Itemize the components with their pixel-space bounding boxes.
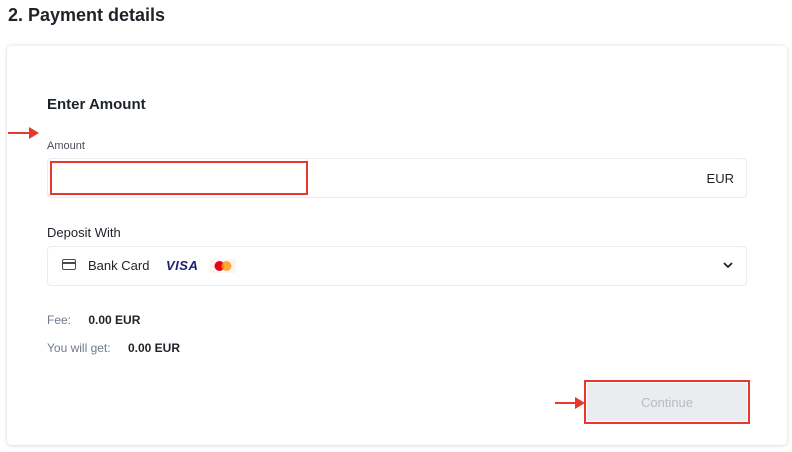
mastercard-logo — [210, 259, 236, 273]
amount-input[interactable] — [48, 159, 688, 197]
amount-pointer-arrow-icon — [8, 127, 39, 139]
deposit-method-label: Bank Card — [88, 258, 150, 273]
chevron-down-icon — [723, 262, 733, 268]
fee-value: 0.00 EUR — [88, 313, 141, 327]
amount-label: Amount — [47, 140, 85, 152]
deposit-method-select[interactable]: Bank Card VISA — [47, 246, 747, 286]
continue-button[interactable]: Continue — [587, 383, 747, 421]
credit-card-icon — [62, 259, 76, 270]
continue-pointer-arrow-icon — [555, 397, 585, 409]
payment-card: Enter Amount Amount EUR Deposit With Ban… — [7, 46, 787, 445]
form-title: Enter Amount — [47, 96, 146, 113]
you-will-get-row: You will get: 0.00 EUR — [47, 341, 180, 355]
you-will-get-label: You will get: — [47, 341, 111, 355]
payment-page: 2. Payment details Enter Amount Amount E… — [0, 0, 792, 452]
fee-label: Fee: — [47, 313, 72, 327]
amount-field[interactable]: EUR — [47, 158, 747, 198]
section-title: 2. Payment details — [8, 5, 166, 25]
you-will-get-value: 0.00 EUR — [127, 341, 180, 355]
visa-logo: VISA — [166, 258, 199, 273]
deposit-label: Deposit With — [47, 225, 121, 240]
fee-row: Fee: 0.00 EUR — [47, 313, 140, 327]
currency-label: EUR — [706, 171, 734, 186]
